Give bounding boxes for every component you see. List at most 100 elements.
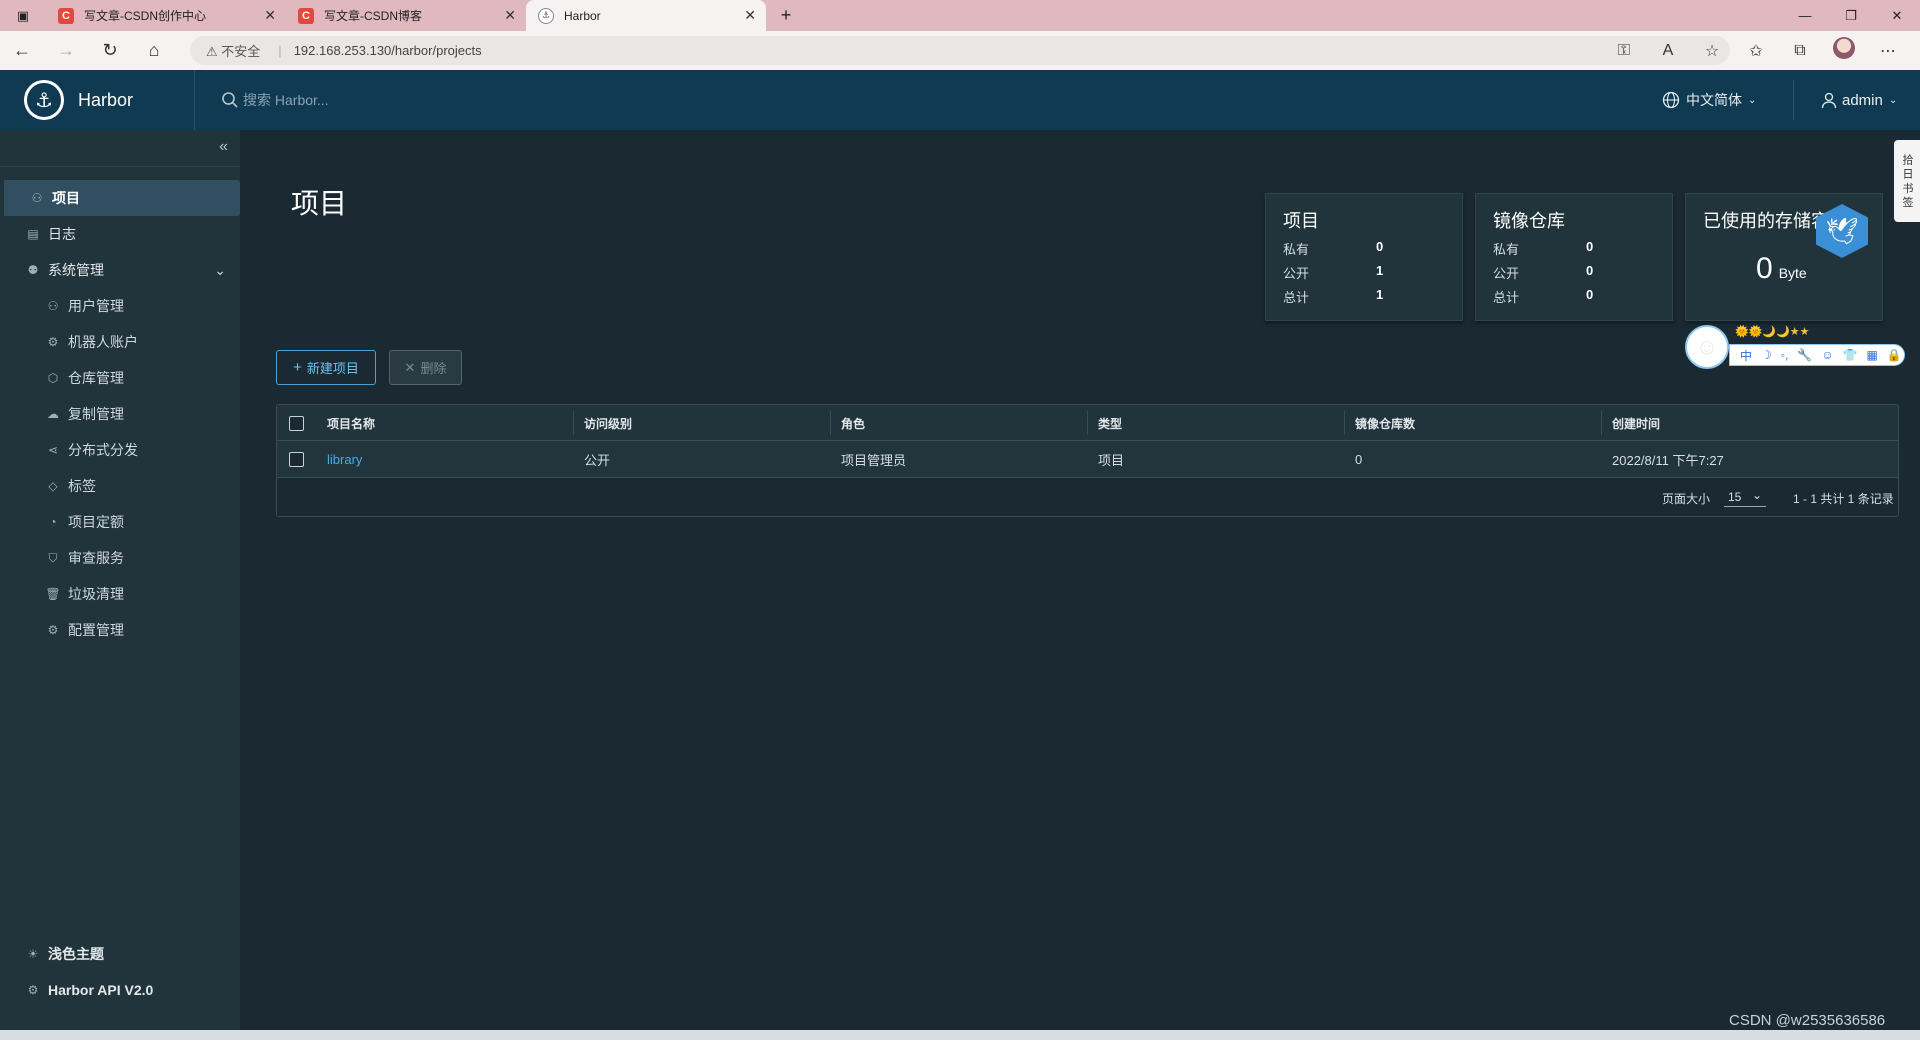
punctuation-icon[interactable]: ◦, <box>1781 348 1789 362</box>
shirt-icon[interactable]: 👕 <box>1843 348 1858 362</box>
plus-icon: + <box>293 359 302 376</box>
page-size-select[interactable]: 15 ⌄ <box>1724 488 1766 507</box>
minimize-icon[interactable]: — <box>1782 0 1828 31</box>
sidebar-item-logs[interactable]: ▤ 日志 <box>0 216 240 252</box>
close-tab-icon[interactable]: ✕ <box>264 7 276 24</box>
sidebar-item-label: 用户管理 <box>68 298 124 314</box>
profile-avatar[interactable] <box>1822 37 1866 64</box>
browser-extension-widget[interactable]: 中 ☽ ◦, 🔧 ☺ 👕 ▦ 🔒 ☺ 🌞🌞🌙🌙★★ <box>1685 325 1910 369</box>
user-menu[interactable]: admin ⌄ <box>1820 70 1897 130</box>
close-tab-icon[interactable]: ✕ <box>504 7 516 24</box>
card-title: 已使用的存储容 <box>1703 211 1829 231</box>
replication-icon: ☁ <box>47 407 59 421</box>
smiley-icon[interactable]: ☺ <box>1821 348 1833 362</box>
forward-icon[interactable]: → <box>44 40 88 61</box>
extension-toolbar[interactable]: 中 ☽ ◦, 🔧 ☺ 👕 ▦ 🔒 <box>1729 344 1905 366</box>
logs-icon: ▤ <box>27 227 39 241</box>
tab-title: 写文章-CSDN创作中心 <box>84 9 206 23</box>
sidebar-item-label: 配置管理 <box>68 622 124 638</box>
back-icon[interactable]: ← <box>0 40 44 61</box>
browser-tab-harbor[interactable]: ⚓ Harbor ✕ <box>526 0 766 31</box>
close-window-icon[interactable]: ✕ <box>1874 0 1920 31</box>
sidebar-item-replications[interactable]: ☁ 复制管理 <box>0 396 240 432</box>
collapse-sidebar-icon[interactable]: « <box>219 138 228 156</box>
sidebar-item-distributions[interactable]: ⋖ 分布式分发 <box>0 432 240 468</box>
home-icon[interactable]: ⌂ <box>132 40 176 61</box>
column-header[interactable]: 角色 <box>841 405 865 441</box>
summary-row: 总计 0 <box>1493 287 1594 305</box>
light-theme-toggle[interactable]: ☀ 浅色主题 <box>0 936 240 972</box>
url-field[interactable]: ⚠ 不安全 | 192.168.253.130/harbor/projects <box>190 36 1730 65</box>
sidebar-item-label: 机器人账户 <box>68 334 138 350</box>
browser-tab-1[interactable]: C 写文章-CSDN创作中心 ✕ <box>46 0 286 31</box>
wrench-icon[interactable]: 🔧 <box>1797 348 1812 362</box>
browser-tab-bar: ▣ C 写文章-CSDN创作中心 ✕ C 写文章-CSDN博客 ✕ ⚓ Harb… <box>0 0 1920 31</box>
chevron-down-icon: ⌄ <box>1748 94 1757 106</box>
restore-icon[interactable]: ❐ <box>1828 0 1874 31</box>
page-size-label: 页面大小 <box>1662 492 1711 506</box>
grid-icon[interactable]: ▦ <box>1867 348 1878 362</box>
chinese-input-icon[interactable]: 中 <box>1740 347 1752 364</box>
sidebar-item-label: 垃圾清理 <box>68 586 124 602</box>
close-tab-icon[interactable]: ✕ <box>744 7 756 24</box>
select-all-checkbox[interactable] <box>289 416 304 431</box>
robot-icon: ⚙ <box>47 335 59 349</box>
sidebar-item-projects[interactable]: ⚇ 项目 <box>4 180 240 216</box>
brand-name[interactable]: Harbor <box>78 90 158 111</box>
row-checkbox[interactable] <box>289 452 304 467</box>
new-project-button[interactable]: + 新建项目 <box>276 350 376 385</box>
summary-row: 公开 0 <box>1493 263 1594 281</box>
sidebar-item-configuration[interactable]: ⚙ 配置管理 <box>0 612 240 648</box>
column-header[interactable]: 类型 <box>1098 405 1122 441</box>
users-icon: ⚇ <box>47 299 59 313</box>
sidebar-item-garbage-collection[interactable]: 🗑 垃圾清理 <box>0 576 240 612</box>
reload-icon[interactable]: ↻ <box>88 40 132 61</box>
table-row[interactable]: library 公开 项目管理员 项目 0 2022/8/11 下午7:27 <box>277 441 1898 478</box>
user-icon <box>1821 92 1837 109</box>
favorite-add-icon[interactable]: ☆ <box>1690 41 1734 61</box>
more-icon[interactable]: ⋯ <box>1866 41 1910 61</box>
key-icon[interactable]: ⚿ <box>1602 42 1646 60</box>
global-search[interactable]: 搜索 Harbor... <box>221 90 329 110</box>
harbor-logo-icon[interactable]: ⚓ <box>24 80 64 120</box>
url-text: 192.168.253.130/harbor/projects <box>293 43 482 58</box>
lock-icon[interactable]: 🔒 <box>1887 348 1902 362</box>
column-header[interactable]: 项目名称 <box>327 405 375 441</box>
tab-actions-button[interactable]: ▣ <box>0 0 46 31</box>
project-name-link[interactable]: library <box>327 441 362 477</box>
sidebar-item-administration[interactable]: ⚉ 系统管理 ⌄ <box>0 252 240 288</box>
sidebar-item-labels[interactable]: ◇ 标签 <box>0 468 240 504</box>
sidebar-item-users[interactable]: ⚇ 用户管理 <box>0 288 240 324</box>
avatar[interactable]: ☺ <box>1685 325 1729 369</box>
sidebar-item-interrogation-services[interactable]: ⛉ 审查服务 <box>0 540 240 576</box>
language-selector[interactable]: 中文简体 ⌄ <box>1662 70 1756 130</box>
repo-count: 0 <box>1355 451 1363 467</box>
delete-button[interactable]: ✕ 删除 <box>389 350 462 385</box>
column-header[interactable]: 镜像仓库数 <box>1355 405 1415 441</box>
sidebar-item-label: 日志 <box>48 226 76 242</box>
moon-icon[interactable]: ☽ <box>1761 348 1772 362</box>
chevron-down-icon: ⌄ <box>214 261 226 278</box>
app-header: ⚓ Harbor 搜索 Harbor... 中文简体 ⌄ admin ⌄ <box>0 70 1920 130</box>
harbor-api-link[interactable]: ⚙ Harbor API V2.0 <box>0 972 240 1008</box>
sidebar-item-project-quotas[interactable]: ◔ 项目定额 <box>0 504 240 540</box>
summary-row: 总计 1 <box>1283 287 1384 305</box>
column-header[interactable]: 访问级别 <box>584 405 632 441</box>
browser-tab-2[interactable]: C 写文章-CSDN博客 ✕ <box>286 0 526 31</box>
page-title: 项目 <box>291 188 348 219</box>
summary-row: 公开 1 <box>1283 263 1384 281</box>
sidebar-item-robot-accounts[interactable]: ⚙ 机器人账户 <box>0 324 240 360</box>
read-aloud-icon[interactable]: A <box>1646 42 1690 60</box>
admin-icon: ⚉ <box>27 263 39 277</box>
collections-icon[interactable]: ⧉ <box>1778 42 1822 60</box>
table-header: 项目名称 访问级别 角色 类型 镜像仓库数 创建时间 <box>277 405 1898 441</box>
column-header[interactable]: 创建时间 <box>1612 405 1660 441</box>
search-placeholder: 搜索 Harbor... <box>243 92 329 108</box>
side-tool-panel[interactable]: 拾 日 书 签 <box>1894 140 1920 222</box>
creation-time: 2022/8/11 下午7:27 <box>1612 452 1724 468</box>
sidebar-item-registries[interactable]: ⬡ 仓库管理 <box>0 360 240 396</box>
registry-icon: ⬡ <box>47 371 59 385</box>
favorites-icon[interactable]: ✩ <box>1734 41 1778 61</box>
card-title: 项目 <box>1283 211 1319 231</box>
new-tab-button[interactable]: + <box>766 0 806 31</box>
